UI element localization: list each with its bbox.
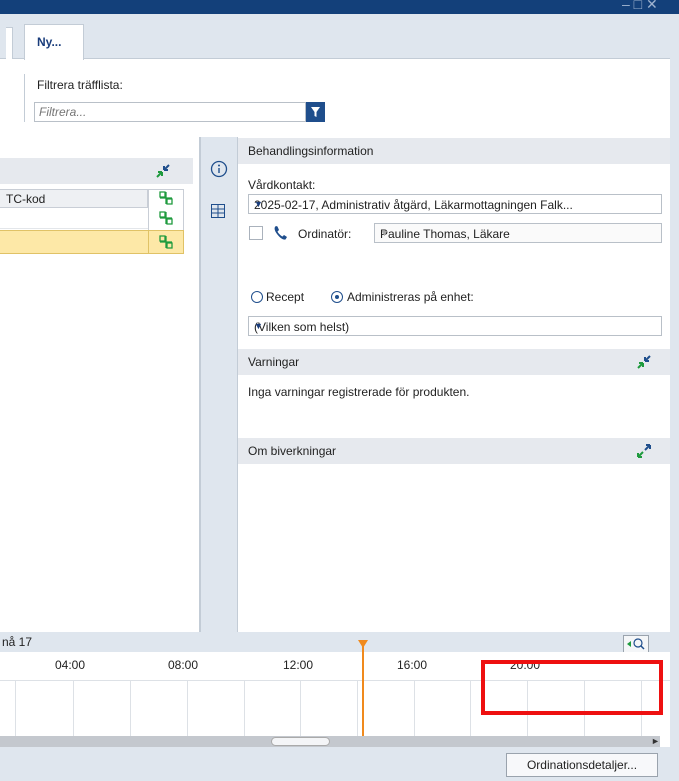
warnings-text: Inga varningar registrerade för produkte… — [248, 385, 470, 399]
filter-separator — [24, 74, 25, 122]
radio-recept[interactable] — [251, 291, 263, 303]
time-tick: 04:00 — [55, 658, 86, 672]
grid-line — [187, 680, 188, 736]
highlight-box — [481, 660, 663, 715]
warnings-header: Varningar — [238, 349, 670, 375]
prescriber-select[interactable]: Pauline Thomas, Läkare ▼ — [374, 223, 662, 243]
table-row-selected[interactable] — [0, 230, 148, 254]
time-tick: 16:00 — [397, 658, 428, 672]
chevron-down-icon: ▼ — [254, 199, 263, 209]
prescriber-checkbox[interactable] — [249, 226, 263, 240]
side-effects-title: Om biverkningar — [248, 444, 337, 458]
info-icon[interactable] — [210, 160, 228, 178]
tab-new[interactable]: Ny... — [24, 24, 84, 60]
treatment-info-header: Behandlingsinformation — [238, 138, 670, 164]
grid-line — [414, 680, 415, 736]
filter-area — [0, 60, 670, 137]
filter-button[interactable] — [306, 102, 325, 122]
grid-line — [130, 680, 131, 736]
grid-line — [73, 680, 74, 736]
pill-icon[interactable] — [158, 190, 174, 206]
grid-line — [470, 680, 471, 736]
radio-administered-label: Administreras på enhet: — [347, 290, 474, 304]
chevron-down-icon: ▼ — [254, 321, 263, 331]
radio-administered[interactable] — [331, 291, 343, 303]
timeline-label: nå 17 — [2, 635, 33, 649]
now-line — [362, 646, 364, 736]
order-details-button[interactable]: Ordinationsdetaljer... — [506, 753, 658, 777]
table-row[interactable] — [0, 208, 148, 229]
collapse-icon[interactable] — [155, 163, 171, 179]
grid-line — [300, 680, 301, 736]
grid-line — [244, 680, 245, 736]
tab-previous[interactable] — [6, 27, 13, 59]
scroll-right-icon[interactable]: ► — [651, 736, 660, 746]
radio-recept-label: Recept — [266, 290, 305, 304]
phone-icon[interactable] — [272, 224, 290, 242]
chevron-down-icon: ▼ — [380, 228, 389, 238]
warnings-title: Varningar — [248, 355, 300, 369]
window-titlebar — [0, 0, 679, 14]
side-effects-header: Om biverkningar — [238, 438, 670, 464]
filter-label: Filtrera träfflista: — [37, 78, 123, 92]
horizontal-scrollbar[interactable] — [0, 736, 660, 747]
collapse-icon[interactable] — [636, 354, 652, 370]
contact-select[interactable]: 2025-02-17, Administrativ åtgärd, Läkarm… — [248, 194, 662, 214]
grid-icon[interactable] — [210, 203, 226, 219]
pill-icon[interactable] — [158, 210, 174, 226]
prescriber-label: Ordinatör: — [298, 227, 352, 241]
grid-line — [15, 680, 16, 736]
grid-line — [357, 680, 358, 736]
expand-icon[interactable] — [636, 443, 652, 459]
treatment-info-title: Behandlingsinformation — [248, 144, 374, 158]
unit-select[interactable]: (Vilken som helst) ▼ — [248, 316, 662, 336]
filter-icon — [311, 107, 320, 117]
contact-label: Vårdkontakt: — [248, 178, 316, 192]
timeline-header — [0, 632, 670, 652]
tab-strip — [0, 14, 670, 59]
tab-new-label: Ny... — [37, 35, 62, 49]
scrollbar-thumb[interactable] — [271, 737, 330, 746]
time-tick: 12:00 — [283, 658, 314, 672]
right-edge — [670, 14, 679, 781]
window-controls[interactable]: – □ ✕ — [622, 0, 658, 13]
time-tick: 08:00 — [168, 658, 199, 672]
zoom-icon — [627, 638, 645, 650]
pill-icon[interactable] — [158, 234, 174, 250]
atc-column-label: TC-kod — [6, 192, 46, 206]
filter-input-box[interactable] — [34, 102, 306, 122]
filter-input[interactable] — [35, 103, 305, 121]
atc-column-header[interactable]: TC-kod — [0, 189, 148, 208]
